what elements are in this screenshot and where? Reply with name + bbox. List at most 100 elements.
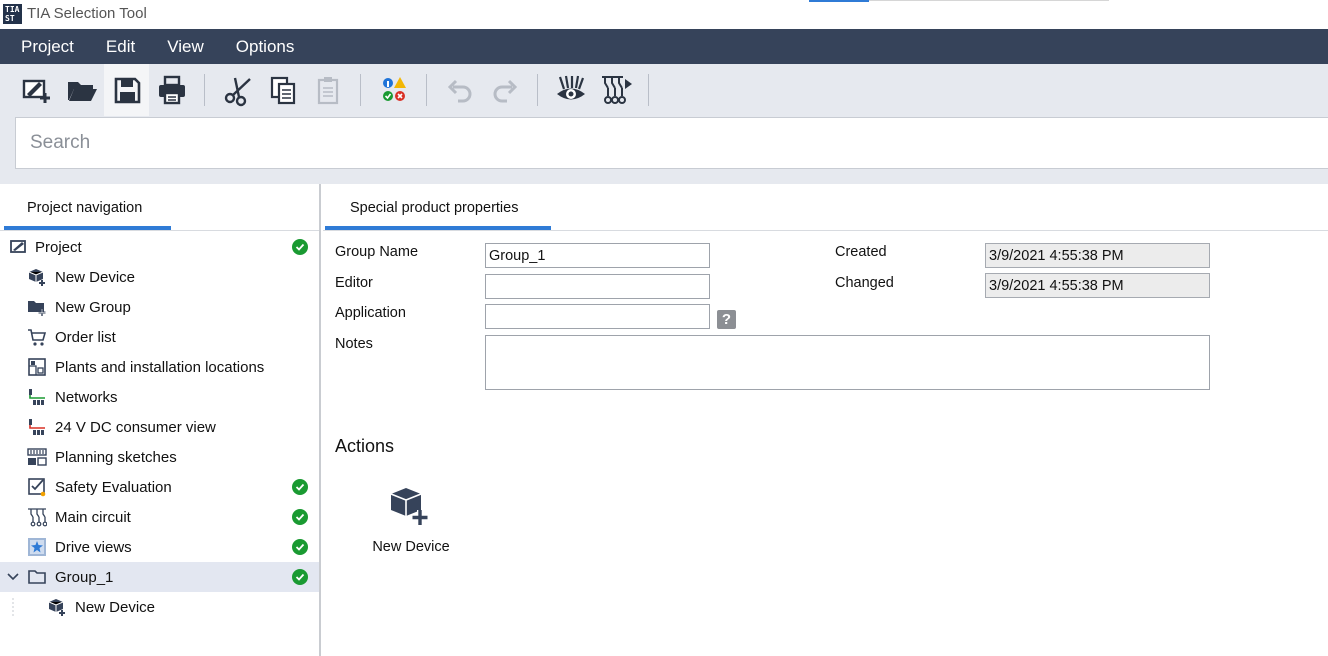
- title-bar: TIA ST TIA Selection Tool: [0, 0, 1328, 29]
- redo-icon: [493, 79, 517, 103]
- undo-button[interactable]: [437, 64, 482, 116]
- app-title: TIA Selection Tool: [27, 5, 147, 22]
- group-name-label: Group Name: [335, 244, 419, 260]
- preview-button[interactable]: [548, 64, 593, 116]
- tree-item-main-circuit[interactable]: Main circuit: [0, 502, 319, 532]
- divider: [323, 230, 1328, 231]
- action-label: New Device: [372, 539, 450, 555]
- application-label: Application: [335, 305, 406, 321]
- actions-title: Actions: [335, 436, 395, 456]
- new-device-action-button[interactable]: New Device: [363, 484, 459, 564]
- plant-icon: [27, 357, 47, 377]
- tab-project-navigation[interactable]: Project navigation: [4, 184, 171, 230]
- menu-options[interactable]: Options: [220, 29, 311, 64]
- ok-check-icon: [292, 539, 308, 555]
- tree-item-networks[interactable]: Networks: [0, 382, 319, 412]
- circuit-run-icon: [601, 76, 632, 104]
- preview-icon: [556, 75, 585, 100]
- circuit-icon: [27, 507, 47, 527]
- created-label: Created: [835, 244, 887, 260]
- tab-label: Project navigation: [27, 200, 143, 216]
- safety-icon: [27, 477, 47, 497]
- print-icon: [158, 75, 185, 105]
- circuit-run-button[interactable]: [593, 64, 638, 116]
- new-group-icon: [27, 297, 47, 317]
- toolbar-separator: [648, 74, 649, 106]
- tree-item-drive-views[interactable]: Drive views: [0, 532, 319, 562]
- new-project-button[interactable]: [14, 64, 59, 116]
- redo-button[interactable]: [482, 64, 527, 116]
- editor-field[interactable]: [485, 274, 710, 299]
- tree-item-label: Networks: [55, 388, 118, 406]
- ok-check-icon: [292, 509, 308, 525]
- drive-icon: [27, 537, 47, 557]
- new-device-icon: [390, 488, 428, 525]
- ok-check-icon: [292, 239, 308, 255]
- properties-panel: Special product properties Group Name Ed…: [323, 184, 1328, 656]
- title-accent-line: [809, 0, 869, 2]
- tree-item-label: Safety Evaluation: [55, 478, 172, 496]
- folder-icon: [27, 567, 47, 587]
- network-icon: [27, 387, 47, 407]
- notes-field[interactable]: [485, 335, 1210, 390]
- tree-item-plants[interactable]: Plants and installation locations: [0, 352, 319, 382]
- tree-item-new-group[interactable]: New Group: [0, 292, 319, 322]
- group-name-field[interactable]: [485, 243, 710, 268]
- tree-item-24v-dc-consumer-view[interactable]: 24 V DC consumer view: [0, 412, 319, 442]
- search-box: [15, 117, 1328, 169]
- tree-item-label: Drive views: [55, 538, 132, 556]
- divider: [0, 230, 319, 231]
- tree-item-label: New Device: [75, 598, 156, 616]
- tree-item-label: 24 V DC consumer view: [55, 418, 216, 436]
- save-button[interactable]: [104, 64, 149, 116]
- menu-view[interactable]: View: [151, 29, 220, 64]
- tree-item-label: New Group: [55, 298, 131, 316]
- consumer-view-icon: [27, 417, 47, 437]
- sketch-icon: [27, 447, 47, 467]
- copy-button[interactable]: [260, 64, 305, 116]
- tree-guide-line: [12, 598, 14, 618]
- menu-edit[interactable]: Edit: [90, 29, 151, 64]
- tree-item-label: Project: [35, 238, 82, 256]
- paste-button[interactable]: [305, 64, 350, 116]
- project-tree: Project New Device New Group Order list: [0, 232, 319, 622]
- tree-item-safety-evaluation[interactable]: Safety Evaluation: [0, 472, 319, 502]
- menu-bar: Project Edit View Options: [0, 29, 1328, 64]
- chevron-down-icon[interactable]: [6, 570, 20, 584]
- created-field: [985, 243, 1210, 268]
- tree-item-order-list[interactable]: Order list: [0, 322, 319, 352]
- ok-check-icon: [292, 479, 308, 495]
- print-button[interactable]: [149, 64, 194, 116]
- tree-item-group-1-new-device[interactable]: New Device: [0, 592, 319, 622]
- application-field[interactable]: [485, 304, 710, 329]
- menu-project[interactable]: Project: [0, 29, 90, 64]
- new-project-icon: [22, 79, 50, 103]
- toolbar-separator: [360, 74, 361, 106]
- toolbar: [14, 64, 659, 116]
- open-button[interactable]: [59, 64, 104, 116]
- tree-item-label: Order list: [55, 328, 116, 346]
- ok-check-icon: [292, 569, 308, 585]
- search-input[interactable]: [16, 118, 1328, 168]
- tree-item-group-1[interactable]: Group_1: [0, 562, 319, 592]
- title-divider-line: [869, 0, 1109, 1]
- toolbar-area: [0, 64, 1328, 184]
- editor-label: Editor: [335, 275, 373, 291]
- tab-label: Special product properties: [350, 200, 519, 216]
- notes-label: Notes: [335, 336, 373, 352]
- tree-item-project[interactable]: Project: [0, 232, 319, 262]
- changed-field: [985, 273, 1210, 298]
- check-status-button[interactable]: [371, 64, 416, 116]
- toolbar-separator: [204, 74, 205, 106]
- project-icon: [9, 237, 29, 257]
- help-icon[interactable]: ?: [717, 310, 736, 329]
- tab-special-product-properties[interactable]: Special product properties: [325, 184, 551, 230]
- cut-button[interactable]: [215, 64, 260, 116]
- cut-icon: [224, 77, 251, 107]
- tree-item-planning-sketches[interactable]: Planning sketches: [0, 442, 319, 472]
- paste-icon: [317, 77, 338, 105]
- cart-icon: [27, 327, 47, 347]
- tree-item-new-device[interactable]: New Device: [0, 262, 319, 292]
- toolbar-separator: [537, 74, 538, 106]
- open-folder-icon: [67, 82, 97, 101]
